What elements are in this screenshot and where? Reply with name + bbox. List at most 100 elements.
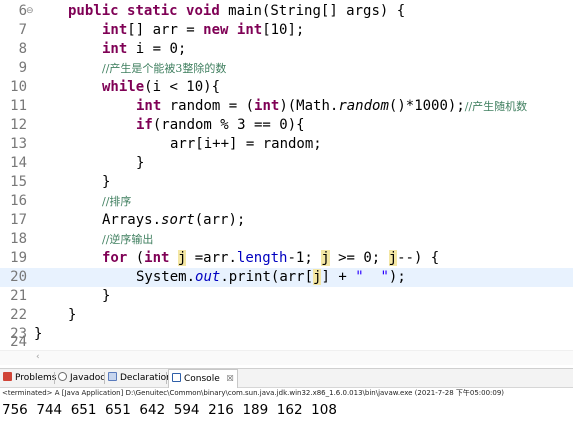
line-number: 19 bbox=[10, 250, 27, 266]
field: length bbox=[236, 250, 288, 266]
line-number: 16 bbox=[10, 193, 27, 209]
code-token: } bbox=[68, 307, 77, 323]
tab-label: Problems bbox=[15, 373, 57, 383]
code-line: 17 Arrays.sort(arr); bbox=[0, 211, 573, 230]
code-line: 7 int[] arr = new int[10]; bbox=[0, 21, 573, 40]
keyword: int bbox=[254, 98, 280, 114]
code-text[interactable]: Arrays.sort(arr); bbox=[102, 211, 245, 230]
code-text[interactable]: } bbox=[136, 154, 144, 173]
code-line: 10 while(i < 10){ bbox=[0, 78, 573, 97]
keyword: int bbox=[102, 41, 128, 57]
static-method: sort bbox=[161, 212, 195, 228]
code-text[interactable]: for (int j =arr.length-1; j >= 0; j--) { bbox=[102, 249, 439, 268]
comment: //产生是个能被3整除的数 bbox=[102, 62, 227, 75]
code-text[interactable]: } bbox=[102, 287, 110, 306]
code-line: 15 } bbox=[0, 173, 573, 192]
static-method: random bbox=[338, 98, 389, 114]
code-text[interactable]: System.out.print(arr[j] + " "); bbox=[136, 268, 406, 287]
code-token: } bbox=[102, 288, 111, 304]
tab-separator bbox=[54, 372, 55, 384]
code-line: 9 //产生是个能被3整除的数 bbox=[0, 59, 573, 78]
code-token: random = ( bbox=[161, 98, 255, 114]
code-text[interactable]: int[] arr = new int[10]; bbox=[102, 21, 304, 40]
code-text[interactable]: } bbox=[68, 306, 76, 325]
code-token: } bbox=[136, 155, 145, 171]
code-token: [10]; bbox=[262, 22, 305, 38]
code-editor[interactable]: 6 ⊖ public static void main(String[] arg… bbox=[0, 0, 573, 348]
code-text[interactable]: int i = 0; bbox=[102, 40, 186, 59]
line-number: 22 bbox=[10, 307, 27, 323]
tab-declaration[interactable]: Declaration bbox=[108, 370, 172, 386]
code-line: 8 int i = 0; bbox=[0, 40, 573, 59]
tab-separator bbox=[104, 372, 105, 384]
keyword: public bbox=[68, 3, 119, 19]
declaration-icon bbox=[108, 372, 117, 381]
code-token: } bbox=[102, 174, 111, 190]
tab-javadoc[interactable]: Javadoc bbox=[58, 370, 105, 386]
tab-problems[interactable]: Problems bbox=[3, 370, 56, 386]
line-number: 14 bbox=[10, 155, 27, 171]
code-line: 6 ⊖ public static void main(String[] arg… bbox=[0, 2, 573, 21]
code-text[interactable]: } bbox=[102, 173, 110, 192]
code-token: ); bbox=[388, 269, 406, 285]
code-token: System. bbox=[136, 269, 196, 285]
line-number: 11 bbox=[10, 98, 27, 114]
line-number: 6 bbox=[18, 3, 27, 19]
code-token: -1; bbox=[287, 250, 322, 266]
current-code-line: 20 System.out.print(arr[j] + " "); bbox=[0, 268, 573, 287]
code-token: ()*1000); bbox=[388, 98, 465, 114]
code-token: main(String[] args) { bbox=[219, 3, 406, 19]
comment: //排序 bbox=[102, 195, 132, 208]
close-icon[interactable]: ☒ bbox=[227, 374, 234, 383]
javadoc-icon bbox=[58, 372, 67, 381]
keyword: if bbox=[136, 117, 153, 133]
code-token: (arr); bbox=[194, 212, 246, 228]
code-token: >= 0; bbox=[329, 250, 389, 266]
code-token: (i < 10){ bbox=[144, 79, 221, 95]
line-number: 20 bbox=[10, 269, 27, 285]
code-text[interactable]: //逆序输出 bbox=[102, 230, 153, 249]
variable-occurrence: j bbox=[321, 250, 330, 266]
code-line: 11 int random = (int)(Math.random()*1000… bbox=[0, 97, 573, 116]
code-token: ] + bbox=[321, 269, 356, 285]
line-number: 7 bbox=[18, 22, 27, 38]
code-text[interactable]: arr[i++] = random; bbox=[170, 135, 322, 154]
console-output: 756 744 651 651 642 594 216 189 162 108 bbox=[2, 402, 337, 418]
tab-console[interactable]: Console ☒ bbox=[168, 369, 238, 388]
keyword: int bbox=[236, 22, 263, 38]
keyword: for bbox=[102, 250, 128, 266]
fold-collapse-icon[interactable]: ⊖ bbox=[26, 5, 34, 17]
console-icon bbox=[172, 373, 181, 382]
code-text[interactable]: if(random % 3 == 0){ bbox=[136, 116, 305, 135]
line-number: 12 bbox=[10, 117, 27, 133]
code-text[interactable]: public static void main(String[] args) { bbox=[68, 2, 405, 21]
line-number: 15 bbox=[10, 174, 27, 190]
line-number: 18 bbox=[10, 231, 27, 247]
horizontal-scrollbar[interactable]: ‹ bbox=[0, 350, 573, 365]
code-line: 24 bbox=[0, 334, 573, 350]
code-line: 12 if(random % 3 == 0){ bbox=[0, 116, 573, 135]
static-field: out bbox=[195, 269, 221, 285]
line-number: 24 bbox=[10, 334, 27, 350]
code-text[interactable]: //产生是个能被3整除的数 bbox=[102, 59, 226, 78]
keyword: void bbox=[186, 3, 220, 19]
code-line: 22 } bbox=[0, 306, 573, 325]
view-tab-bar: Problems Javadoc Declaration Console ☒ bbox=[0, 368, 573, 388]
code-line: 19 for (int j =arr.length-1; j >= 0; j--… bbox=[0, 249, 573, 268]
tab-label: Console bbox=[184, 374, 220, 384]
code-text[interactable]: //排序 bbox=[102, 192, 131, 211]
scroll-left-icon[interactable]: ‹ bbox=[36, 352, 40, 362]
code-text[interactable]: int random = (int)(Math.random()*1000);/… bbox=[136, 97, 527, 116]
code-line: 21 } bbox=[0, 287, 573, 306]
code-text[interactable]: while(i < 10){ bbox=[102, 78, 220, 97]
keyword: static bbox=[127, 3, 178, 19]
console-status-line: <terminated> A [Java Application] D:\Gen… bbox=[2, 389, 505, 397]
string-literal: " " bbox=[355, 269, 389, 285]
line-number: 10 bbox=[10, 79, 27, 95]
keyword: new bbox=[203, 22, 229, 38]
comment: //产生随机数 bbox=[464, 100, 528, 113]
tab-label: Declaration bbox=[120, 373, 172, 383]
line-number: 17 bbox=[10, 212, 27, 228]
code-token: [] arr = bbox=[127, 22, 204, 38]
